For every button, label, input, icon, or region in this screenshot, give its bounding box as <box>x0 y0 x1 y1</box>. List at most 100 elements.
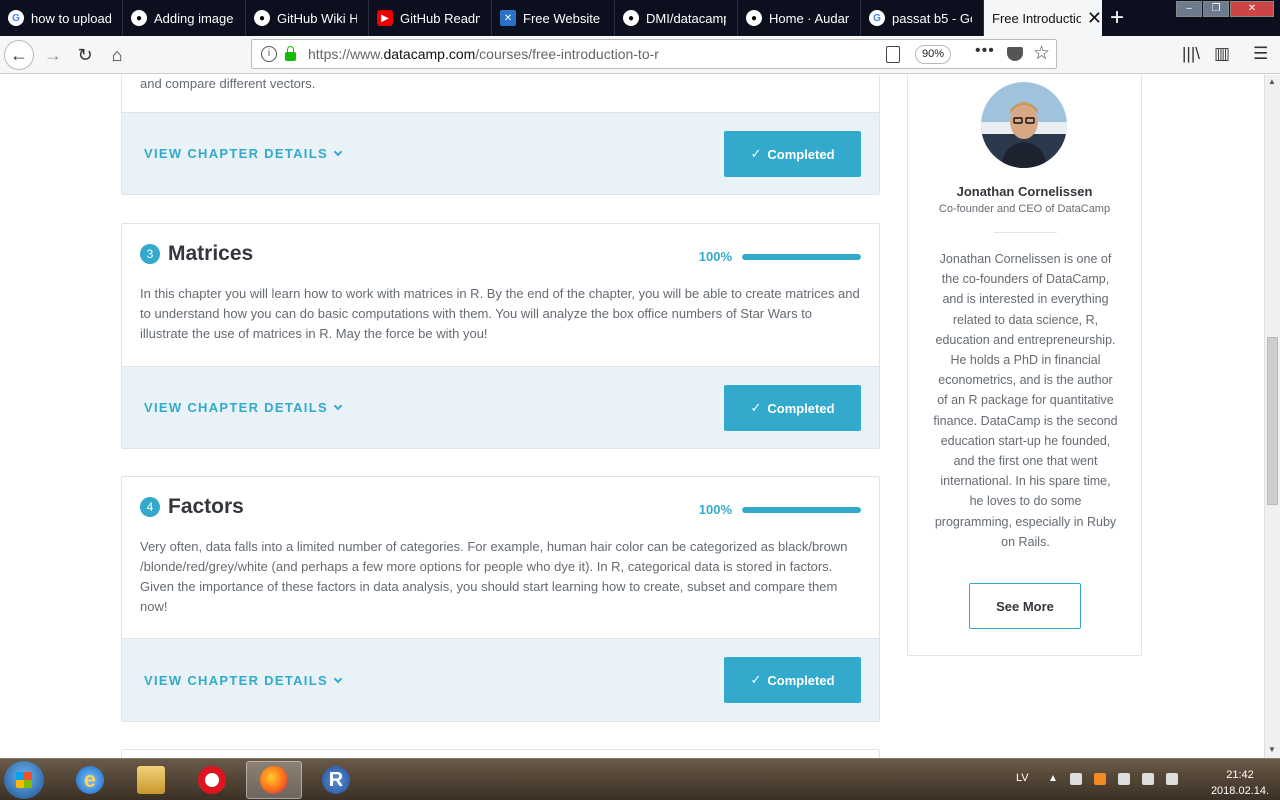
chapter-footer: VIEW CHAPTER DETAILS ✓ Completed <box>122 638 879 721</box>
usb-icon[interactable] <box>1118 773 1130 785</box>
browser-tab[interactable]: G passat b5 - Goo <box>861 0 984 36</box>
page-actions-icon[interactable]: ••• <box>975 42 995 60</box>
view-chapter-details-link[interactable]: VIEW CHAPTER DETAILS <box>144 673 343 688</box>
completed-button[interactable]: ✓ Completed <box>724 131 861 177</box>
instructor-bio: Jonathan Cornelissen is one of the co-fo… <box>933 252 1118 549</box>
browser-tab-strip: G how to upload ● Adding images ● GitHub… <box>0 0 1280 36</box>
browser-tab[interactable]: ● Home · Audars <box>738 0 861 36</box>
tab-label: GitHub Readm <box>400 10 480 26</box>
view-details-label: VIEW CHAPTER DETAILS <box>144 146 328 161</box>
chevron-down-icon <box>333 147 343 156</box>
chapter-progress: 100% <box>699 502 861 517</box>
checkmark-icon: ✓ <box>750 146 762 161</box>
tab-label: GitHub Wiki H <box>277 10 357 26</box>
page-scrollbar[interactable]: ▲ ▼ <box>1264 75 1280 758</box>
scrollbar-thumb[interactable] <box>1267 337 1278 505</box>
tray-app-icon[interactable] <box>1094 773 1106 785</box>
youtube-icon: ▶ <box>377 10 393 26</box>
page-content: and compare different vectors. VIEW CHAP… <box>0 75 1264 758</box>
close-tab-icon[interactable]: ✕ <box>1087 8 1102 29</box>
view-chapter-details-link[interactable]: VIEW CHAPTER DETAILS <box>144 400 343 415</box>
chapter-card: and compare different vectors. VIEW CHAP… <box>121 75 880 195</box>
language-indicator[interactable]: LV <box>1016 772 1029 784</box>
start-button[interactable] <box>4 761 44 799</box>
google-icon: G <box>869 10 885 26</box>
explorer-icon[interactable] <box>123 761 179 799</box>
info-icon[interactable]: i <box>261 46 277 62</box>
progress-bar <box>742 253 861 260</box>
chapter-number-badge: 3 <box>140 244 160 264</box>
chapter-footer: VIEW CHAPTER DETAILS ✓ Completed <box>122 112 879 194</box>
github-icon: ● <box>746 10 762 26</box>
r-icon[interactable]: R <box>308 761 364 799</box>
show-hidden-icons-icon[interactable]: ▲ <box>1048 773 1060 785</box>
tab-label: how to upload <box>31 10 111 26</box>
chapter-footer: VIEW CHAPTER DETAILS ✓ Completed <box>122 366 879 448</box>
divider <box>994 232 1057 233</box>
minimize-icon[interactable]: – <box>1176 1 1202 17</box>
volume-icon[interactable] <box>1166 773 1178 785</box>
chapter-title-text: Matrices <box>168 242 254 265</box>
forward-icon[interactable]: → <box>38 40 68 70</box>
tab-label: Adding images <box>154 10 234 26</box>
menu-icon[interactable]: ☰ <box>1253 44 1268 64</box>
address-bar[interactable]: i https://www.datacamp.com/courses/free-… <box>251 39 1057 69</box>
view-chapter-details-link[interactable]: VIEW CHAPTER DETAILS <box>144 146 343 161</box>
progress-percent: 100% <box>698 249 732 264</box>
library-icon[interactable]: |||\ <box>1182 44 1200 64</box>
clock-time: 21:42 <box>1226 769 1254 781</box>
sidebar-icon[interactable]: ▥ <box>1214 44 1230 64</box>
url-path: /courses/free-introduction-to-r <box>475 46 659 62</box>
see-more-button[interactable]: See More <box>969 583 1081 629</box>
browser-tab[interactable]: G how to upload <box>0 0 123 36</box>
ie-icon[interactable]: e <box>62 761 118 799</box>
reload-icon[interactable]: ↻ <box>70 40 100 70</box>
back-icon[interactable]: ← <box>4 40 34 70</box>
view-details-label: VIEW CHAPTER DETAILS <box>144 673 328 688</box>
completed-label: Completed <box>767 146 835 162</box>
checkmark-icon: ✓ <box>750 400 762 415</box>
lock-icon <box>285 45 296 61</box>
new-tab-icon[interactable]: + <box>1110 4 1124 32</box>
browser-tab[interactable]: ▶ GitHub Readm <box>369 0 492 36</box>
browser-tab[interactable]: ● GitHub Wiki H <box>246 0 369 36</box>
browser-tab[interactable]: ✕ Free Website B <box>492 0 615 36</box>
opera-icon[interactable] <box>184 761 240 799</box>
view-details-label: VIEW CHAPTER DETAILS <box>144 400 328 415</box>
scroll-down-icon[interactable]: ▼ <box>1268 745 1276 754</box>
chapter-description: In this chapter you will learn how to wo… <box>140 286 860 341</box>
chevron-down-icon <box>333 674 343 683</box>
scroll-up-icon[interactable]: ▲ <box>1268 77 1276 86</box>
github-icon: ● <box>131 10 147 26</box>
progress-bar-fill <box>742 253 861 260</box>
url-text[interactable]: https://www.datacamp.com/courses/free-in… <box>308 46 659 62</box>
progress-bar <box>742 506 861 513</box>
instructor-name: Jonathan Cornelissen <box>956 184 1093 199</box>
url-host: datacamp.com <box>383 46 476 62</box>
browser-tab[interactable]: ● Adding images <box>123 0 246 36</box>
chapter-title-text: Factors <box>168 495 244 518</box>
firefox-icon[interactable] <box>246 761 302 799</box>
completed-button[interactable]: ✓ Completed <box>724 385 861 431</box>
tab-label: passat b5 - Goo <box>892 10 972 26</box>
tab-label: Home · Audars <box>769 10 849 26</box>
github-icon: ● <box>623 10 639 26</box>
clock-date: 2018.02.14. <box>1210 785 1270 797</box>
checkmark-icon: ✓ <box>750 672 762 687</box>
reader-view-icon[interactable] <box>886 46 900 63</box>
maximize-icon[interactable]: ❐ <box>1203 1 1229 17</box>
completed-button[interactable]: ✓ Completed <box>724 657 861 703</box>
clock[interactable]: 21:42 2018.02.14. <box>1210 767 1270 799</box>
browser-tab[interactable]: ● DMI/datacamp <box>615 0 738 36</box>
chapter-card: 4 Factors 100% Very often, data falls in… <box>121 476 880 722</box>
network-icon[interactable] <box>1142 773 1154 785</box>
avatar <box>981 82 1067 168</box>
pocket-icon[interactable] <box>1007 47 1023 61</box>
bookmark-star-icon[interactable]: ☆ <box>1033 42 1050 65</box>
zoom-level[interactable]: 90% <box>915 45 951 64</box>
close-window-icon[interactable]: ✕ <box>1230 1 1274 17</box>
browser-tab-active[interactable]: Free Introductio ✕ <box>984 0 1102 36</box>
home-icon[interactable]: ⌂ <box>102 40 132 70</box>
chapter-description: and compare different vectors. <box>140 76 316 91</box>
flag-icon[interactable] <box>1070 773 1082 785</box>
